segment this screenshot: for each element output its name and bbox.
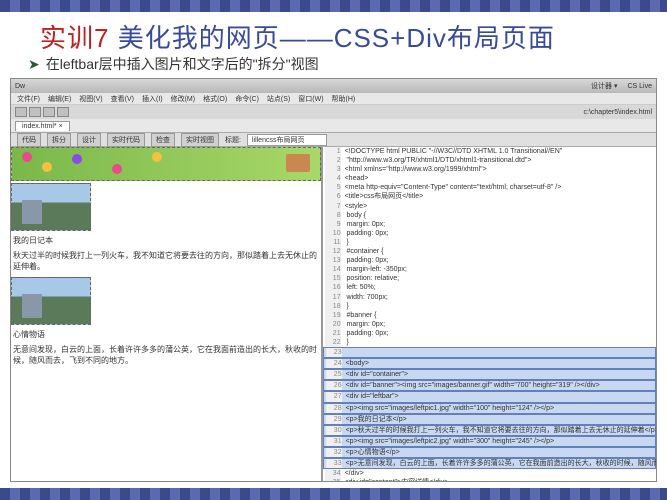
code-line[interactable]: 33<p>无意间发现，白云的上面，长着许许多多的蒲公英，它在我面前造出的长大，秋…	[323, 458, 656, 469]
code-line[interactable]: 4<head>	[323, 174, 656, 183]
menu-item[interactable]: 查看(V)	[111, 94, 134, 104]
code-line[interactable]: 35<div id="content">内容详情</div>	[323, 478, 656, 481]
diary-paragraph: 无意间发现，白云的上面，长着许许多多的蒲公英，它在我面前造出的长大，秋收的时候，…	[11, 342, 321, 368]
code-line[interactable]: 12 #container {	[323, 247, 656, 256]
document-tabs: index.html* ×	[11, 119, 656, 133]
mood-title: 心情物语	[11, 327, 321, 342]
workspace-selector[interactable]: 设计器 ▾	[591, 81, 617, 91]
code-line[interactable]: 3<html xmlns="http://www.w3.org/1999/xht…	[323, 165, 656, 174]
view-button[interactable]: 设计	[77, 133, 101, 147]
active-tab[interactable]: index.html* ×	[15, 121, 70, 131]
code-line[interactable]: 32<p>心情物语</p>	[323, 447, 656, 458]
window-titlebar: Dw 设计器 ▾ CS Live	[11, 79, 656, 93]
code-line[interactable]: 16 left: 50%;	[323, 283, 656, 292]
code-line[interactable]: 30<p>秋天过半的时候我打上一列火车，我不知道它将要去往的方向，那似踏着上去无…	[323, 425, 656, 436]
code-line[interactable]: 20 margin: 0px;	[323, 320, 656, 329]
slide-title: 实训7 美化我的网页——CSS+Div布局页面	[40, 18, 555, 55]
view-button[interactable]: 拆分	[47, 133, 71, 147]
bullet-text: 在leftbar层中插入图片和文字后的"拆分"视图	[46, 56, 319, 72]
code-line[interactable]: 23	[323, 347, 656, 358]
view-button[interactable]: 实时视图	[181, 133, 219, 147]
leftpic1-image	[11, 183, 91, 231]
menu-item[interactable]: 文件(F)	[17, 94, 40, 104]
code-line[interactable]: 14 margin-left: -350px;	[323, 265, 656, 274]
slide-border-bottom	[0, 488, 667, 500]
code-line[interactable]: 10 padding: 0px;	[323, 229, 656, 238]
code-line[interactable]: 28<p><img src="images/leftpic1.jpg" widt…	[323, 403, 656, 414]
title-text: 美化我的网页——CSS+Div布局页面	[118, 23, 555, 53]
menu-item[interactable]: 格式(O)	[203, 94, 227, 104]
menu-item[interactable]: 编辑(E)	[48, 94, 71, 104]
code-line[interactable]: 13 padding: 0px;	[323, 256, 656, 265]
document-toolbar: 代码拆分设计实时代码检查实时视图标题: lillencss布局网页	[11, 133, 656, 147]
code-line[interactable]: 6<title>css布局网页</title>	[323, 192, 656, 201]
code-line[interactable]: 29<p>我的日记本</p>	[323, 414, 656, 425]
menu-item[interactable]: 插入(I)	[142, 94, 163, 104]
bullet-point: ➤ 在leftbar层中插入图片和文字后的"拆分"视图	[28, 54, 319, 74]
menu-item[interactable]: 命令(C)	[235, 94, 259, 104]
code-line[interactable]: 34</div>	[323, 469, 656, 478]
menu-item[interactable]: 帮助(H)	[332, 94, 356, 104]
diary-title: 我的日记本	[11, 233, 321, 248]
code-line[interactable]: 9 margin: 0px;	[323, 220, 656, 229]
presentation-slide: 实训7 美化我的网页——CSS+Div布局页面 ➤ 在leftbar层中插入图片和…	[0, 0, 667, 500]
toolbar-button[interactable]	[43, 107, 55, 117]
design-pane[interactable]: 我的日记本 秋天过半的时候我打上一列火车，我不知道它将要去往的方向，那似踏着上去…	[11, 147, 321, 481]
code-line[interactable]: 2 "http://www.w3.org/TR/xhtml1/DTD/xhtml…	[323, 156, 656, 165]
toolbar-button[interactable]	[29, 107, 41, 117]
view-button[interactable]: 实时代码	[107, 133, 145, 147]
banner-image	[11, 147, 321, 181]
title-number: 实训7	[40, 23, 118, 53]
bullet-arrow-icon: ➤	[28, 56, 40, 72]
menu-item[interactable]: 窗口(W)	[298, 94, 323, 104]
code-line[interactable]: 22 }	[323, 338, 656, 347]
slide-border-top	[0, 0, 667, 12]
code-line[interactable]: 8 body {	[323, 211, 656, 220]
code-line[interactable]: 5<meta http-equiv="Content-Type" content…	[323, 183, 656, 192]
file-path: c:\chapter5\index.html	[584, 109, 652, 116]
code-line[interactable]: 27<div id="leftbar">	[323, 391, 656, 402]
code-line[interactable]: 11 }	[323, 238, 656, 247]
menu-item[interactable]: 站点(S)	[267, 94, 290, 104]
code-line[interactable]: 25<div id="container">	[323, 369, 656, 380]
menu-bar: 文件(F) 编辑(E) 视图(V) 查看(V) 插入(I) 修改(M) 格式(O) 命令(C)…	[11, 93, 656, 105]
view-button[interactable]: 代码	[17, 133, 41, 147]
code-line[interactable]: 24<body>	[323, 358, 656, 369]
code-line[interactable]: 17 width: 700px;	[323, 293, 656, 302]
code-line[interactable]: 15 position: relative;	[323, 274, 656, 283]
toolbar: c:\chapter5\index.html	[11, 105, 656, 119]
dreamweaver-screenshot: Dw 设计器 ▾ CS Live 文件(F) 编辑(E) 视图(V) 查看(V) 插入(…	[10, 78, 657, 482]
code-line[interactable]: 26<div id="banner"><img src="images/bann…	[323, 380, 656, 391]
code-pane[interactable]: 1<!DOCTYPE html PUBLIC "-//W3C//DTD XHTM…	[321, 147, 656, 481]
code-line[interactable]: 19 #banner {	[323, 311, 656, 320]
menu-item[interactable]: 修改(M)	[171, 94, 196, 104]
code-line[interactable]: 1<!DOCTYPE html PUBLIC "-//W3C//DTD XHTM…	[323, 147, 656, 156]
toolbar-button[interactable]	[15, 107, 27, 117]
toolbar-button[interactable]	[57, 107, 69, 117]
code-line[interactable]: 18 }	[323, 302, 656, 311]
diary-paragraph: 秋天过半的时候我打上一列火车，我不知道它将要去往的方向，那似踏着上去无休止的延伸…	[11, 248, 321, 274]
view-button[interactable]: 检查	[151, 133, 175, 147]
code-line[interactable]: 7<style>	[323, 202, 656, 211]
code-line[interactable]: 31<p><img src="images/leftpic2.jpg" widt…	[323, 436, 656, 447]
leftpic2-image	[11, 277, 91, 325]
title-label: 标题:	[225, 135, 241, 145]
menu-item[interactable]: 视图(V)	[79, 94, 102, 104]
cslive-button[interactable]: CS Live	[627, 83, 652, 90]
split-view: 我的日记本 秋天过半的时候我打上一列火车，我不知道它将要去往的方向，那似踏着上去…	[11, 147, 656, 481]
code-line[interactable]: 21 padding: 0px;	[323, 329, 656, 338]
title-input[interactable]: lillencss布局网页	[247, 134, 327, 146]
